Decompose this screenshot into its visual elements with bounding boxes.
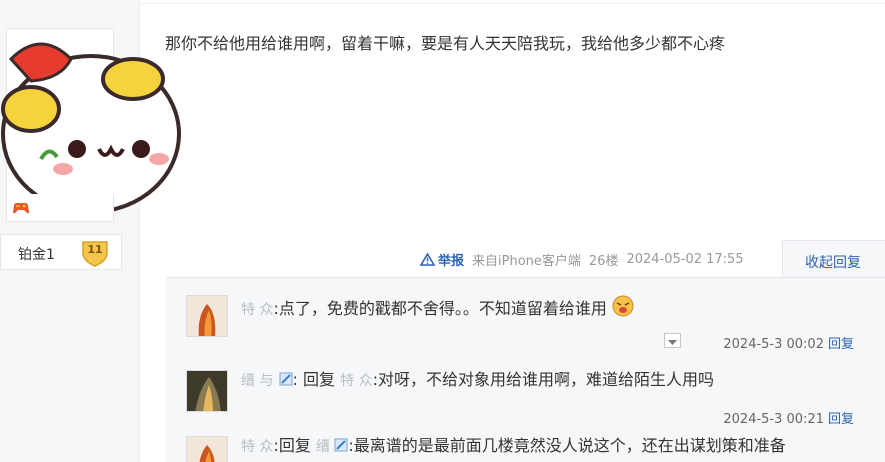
reply-avatar[interactable] xyxy=(186,436,228,462)
reply-time: 2024-5-3 00:21 xyxy=(723,412,824,427)
top-divider xyxy=(140,0,885,4)
level-number: 11 xyxy=(87,243,103,256)
warning-icon xyxy=(420,252,435,266)
post-tail: 举报 来自iPhone客户端 26楼 2024-05-02 17:55 xyxy=(420,249,744,269)
reply-username[interactable]: 特 众 xyxy=(241,302,273,318)
badge-icon xyxy=(279,372,293,386)
report-label: 举报 xyxy=(438,253,465,269)
reply-word: 回复 xyxy=(278,436,311,455)
user-level: 铂金1 11 xyxy=(0,234,122,270)
game-controller-icon[interactable] xyxy=(11,198,31,218)
reply-username[interactable]: 特 众 xyxy=(241,439,273,455)
reply-avatar[interactable] xyxy=(186,295,228,337)
expand-dropdown[interactable] xyxy=(664,333,681,348)
reply-meta: 2024-5-3 00:02 回复 xyxy=(723,333,854,352)
user-avatar[interactable] xyxy=(1,28,181,214)
avatar-image-icon xyxy=(187,296,227,336)
reply-time: 2024-5-3 00:02 xyxy=(723,337,824,352)
collapse-replies-tab[interactable]: 收起回复 xyxy=(782,240,885,278)
angry-face-emoji-icon xyxy=(612,295,634,317)
user-info-column: 铂金1 11 xyxy=(0,0,181,462)
report-link[interactable]: 举报 xyxy=(420,250,464,269)
reply-target-username[interactable]: 缙 xyxy=(316,439,334,455)
avatar-image-icon xyxy=(187,371,227,411)
reply-avatar[interactable] xyxy=(186,370,228,412)
reply-meta: 2024-5-3 00:21 回复 xyxy=(723,408,854,427)
reply-target-username[interactable]: 特 众 xyxy=(340,373,372,389)
avatar-image-icon xyxy=(187,437,227,462)
reply-text: 点了，免费的戳都不舍得。。不知道留着给谁用 xyxy=(278,299,607,318)
reply-content: 特 众:点了，免费的戳都不舍得。。不知道留着给谁用 xyxy=(241,295,634,320)
cartoon-face-avatar-icon xyxy=(1,42,181,214)
level-name: 铂金1 xyxy=(18,247,55,263)
post-content: 那你不给他用给谁用啊，留着干嘛，要是有人天天陪我玩，我给他多少都不心疼 xyxy=(165,34,726,53)
reply-content: 特 众:回复 缙 :最离谱的是最前面几楼竟然没人说这个，还在出谋划策和准备 xyxy=(241,436,786,457)
reply-content: 缙 与 : 回复 特 众:对呀，不给对象用给谁用啊，难道给陌生人用吗 xyxy=(241,370,714,391)
reply-colon: : xyxy=(292,370,304,389)
user-badge-row xyxy=(6,194,114,222)
collapse-replies-link[interactable]: 收起回复 xyxy=(805,252,861,272)
chevron-down-icon xyxy=(668,340,677,345)
reply-button[interactable]: 回复 xyxy=(828,412,854,427)
post-source: 来自iPhone客户端 xyxy=(472,253,581,269)
reply-button[interactable]: 回复 xyxy=(828,337,854,352)
post-floor: 26楼 xyxy=(588,253,619,269)
reply-username[interactable]: 缙 与 xyxy=(241,373,273,389)
badge-icon xyxy=(334,438,348,452)
reply-word: 回复 xyxy=(303,370,336,389)
post-time: 2024-05-02 17:55 xyxy=(626,251,744,267)
reply-text: :对呀，不给对象用给谁用啊，难道给陌生人用吗 xyxy=(372,370,714,389)
reply-list: 特 众:点了，免费的戳都不舍得。。不知道留着给谁用 2024-5-3 00:02… xyxy=(166,277,885,462)
reply-text: :最离谱的是最前面几楼竟然没人说这个，还在出谋划策和准备 xyxy=(348,436,786,455)
